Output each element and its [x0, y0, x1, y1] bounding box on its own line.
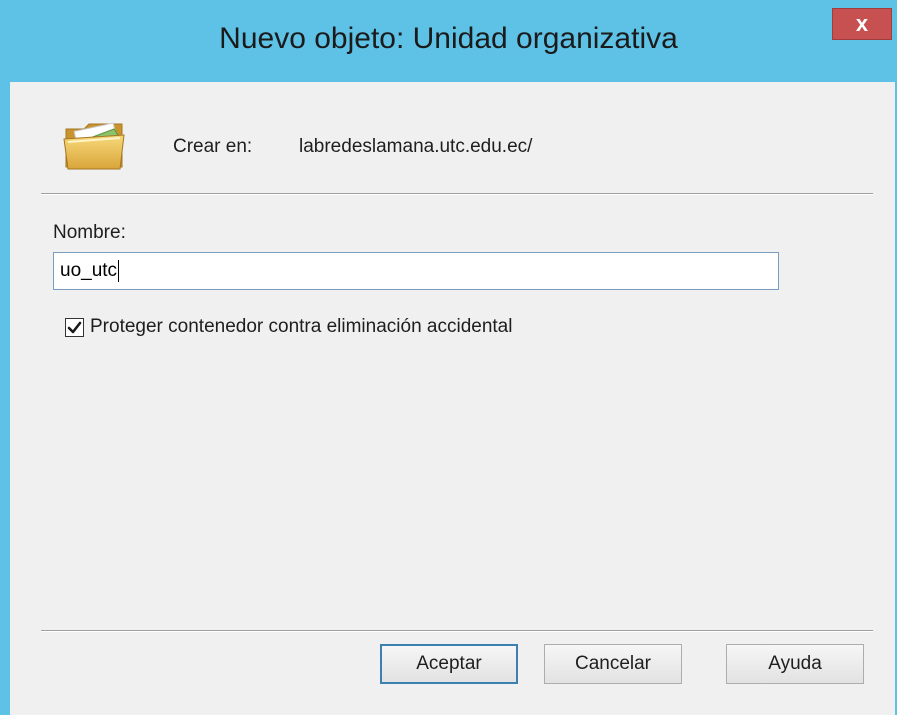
- name-input-value: uo_utc: [60, 260, 118, 281]
- folder-icon: [63, 122, 125, 170]
- protect-checkbox-label: Proteger contenedor contra eliminación a…: [90, 316, 513, 337]
- cancel-button[interactable]: Cancelar: [544, 644, 682, 684]
- protect-container-option[interactable]: Proteger contenedor contra eliminación a…: [65, 315, 512, 339]
- close-button[interactable]: x: [832, 8, 892, 40]
- dialog-body: Crear en: labredeslamana.utc.edu.ec/ Nom…: [10, 82, 895, 715]
- title-bar[interactable]: Nuevo objeto: Unidad organizativa x: [0, 0, 897, 82]
- close-icon: x: [855, 11, 869, 36]
- dialog-title: Nuevo objeto: Unidad organizativa: [219, 22, 678, 55]
- dialog-window: Nuevo objeto: Unidad organizativa x Crea…: [0, 0, 897, 715]
- text-caret: [118, 259, 120, 282]
- ok-button[interactable]: Aceptar: [380, 644, 518, 684]
- top-divider: [41, 193, 873, 195]
- checkmark-icon: [67, 321, 82, 333]
- protect-checkbox[interactable]: [65, 317, 84, 337]
- name-input[interactable]: uo_utc: [53, 252, 779, 290]
- name-label: Nombre:: [53, 222, 126, 243]
- help-button[interactable]: Ayuda: [726, 644, 864, 684]
- bottom-divider: [41, 630, 873, 632]
- create-in-path: labredeslamana.utc.edu.ec/: [299, 136, 533, 157]
- create-in-label: Crear en:: [173, 136, 253, 157]
